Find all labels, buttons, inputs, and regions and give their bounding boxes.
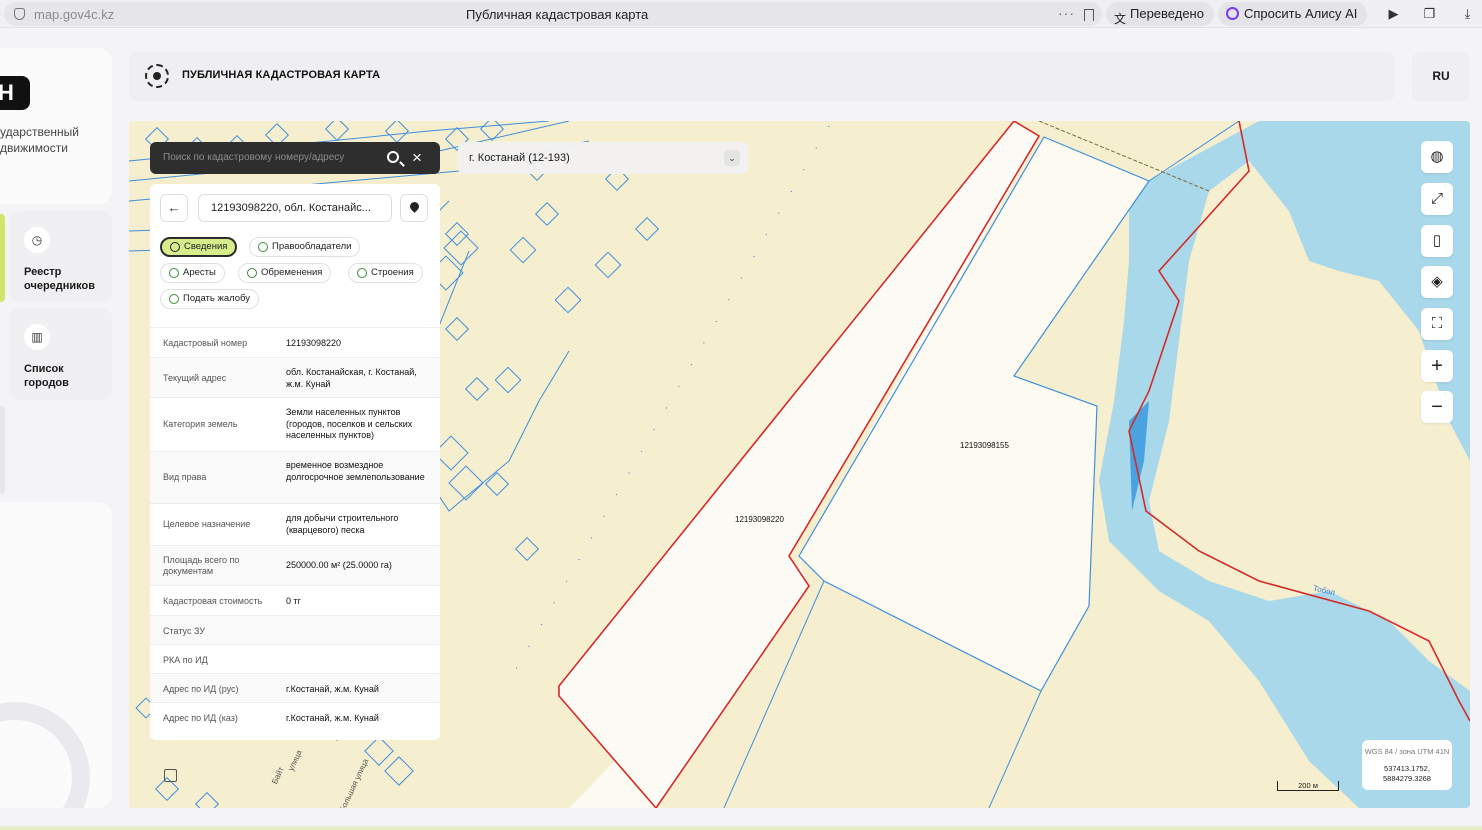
emblem-icon xyxy=(145,64,169,88)
page-header: ПУБЛИЧНАЯ КАДАСТРОВАЯ КАРТА xyxy=(129,52,1395,101)
sidebar-item-city-list[interactable]: ▥ Список городов xyxy=(10,308,112,400)
coordinates-box: WGS 84 / зона UTM 41N 537413.1752, 58842… xyxy=(1362,740,1452,790)
river-island xyxy=(1299,361,1429,451)
table-row: Кадастровая стоимость 0 тг xyxy=(150,585,440,615)
alice-label: Спросить Алису AI xyxy=(1244,6,1358,21)
table-row: Текущий адрес обл. Костанайская, г. Коста… xyxy=(150,357,440,397)
table-row: Статус ЗУ xyxy=(150,615,440,644)
alice-icon xyxy=(1226,7,1239,20)
bookmark-icon[interactable] xyxy=(1084,9,1094,21)
expand-icon[interactable]: ⤢ xyxy=(1421,183,1453,215)
river-water xyxy=(1099,121,1470,808)
search-input[interactable]: Поиск по кадастровому номеру/адресу xyxy=(163,152,344,163)
translated-button[interactable]: 文 Переведено xyxy=(1106,2,1214,26)
sidebar-scroll-indicator xyxy=(0,406,5,494)
coordinates-value: 537413.1752, 5884279.3268 xyxy=(1383,764,1431,783)
chevron-down-icon[interactable]: ⌄ xyxy=(724,150,740,166)
zoom-out-button[interactable]: − xyxy=(1421,391,1453,423)
resize-icon[interactable] xyxy=(164,769,177,782)
search-bar[interactable]: Поиск по кадастровому номеру/адресу × xyxy=(150,142,440,174)
building-icon: ▥ xyxy=(24,324,50,350)
map-icon[interactable]: ▯ xyxy=(1421,225,1453,257)
parcel-label: 12193098220 xyxy=(735,515,784,524)
brand-description: ударственный движимости xyxy=(0,125,79,155)
table-row: Адрес по ИД (каз) г.Костанай, ж.м. Кунай xyxy=(150,702,440,740)
sidebar-item-label: Реестр очередников xyxy=(24,266,96,292)
sidebar-item-queue-registry[interactable]: ◷ Реестр очередников xyxy=(10,211,112,303)
table-row: Вид права временное возмездное долгосрочн… xyxy=(150,451,440,503)
table-row: Целевое назначение для добычи строительно… xyxy=(150,503,440,545)
close-icon[interactable]: × xyxy=(412,148,422,168)
sidebar-active-indicator xyxy=(0,214,5,302)
shield-icon[interactable] xyxy=(14,8,25,20)
sidebar-item-label: Список городов xyxy=(24,363,69,389)
brand-logo[interactable]: Н xyxy=(0,76,30,110)
city-select-value: г. Костанай (12-193) xyxy=(469,152,570,164)
reader-icon[interactable]: ▶ xyxy=(1386,6,1401,21)
decorative-ring xyxy=(0,702,90,808)
table-row: РКА по ИД xyxy=(150,644,440,673)
translate-icon: 文 xyxy=(1114,12,1127,26)
fullscreen-icon[interactable]: ⛶ xyxy=(1421,308,1453,340)
parcel-info-panel: ← 12193098220, обл. Костанайс... Сведени… xyxy=(150,184,440,740)
clock-icon: ◷ xyxy=(24,227,50,253)
browser-toolbar: map.gov4c.kz Публичная кадастровая карта… xyxy=(0,0,1482,28)
alice-button[interactable]: Спросить Алису AI xyxy=(1218,2,1368,26)
layers-icon[interactable]: ◈ xyxy=(1421,266,1453,298)
info-table: Кадастровый номер 12193098220 Текущий адр… xyxy=(150,184,440,740)
page-title: ПУБЛИЧНАЯ КАДАСТРОВАЯ КАРТА xyxy=(182,69,381,81)
table-row: Площадь всего по документам 250000.00 м² … xyxy=(150,545,440,585)
search-icon[interactable] xyxy=(387,151,399,163)
table-row: Адрес по ИД (рус) г.Костанай, ж.м. Кунай xyxy=(150,673,440,702)
language-switch[interactable]: RU xyxy=(1412,52,1470,101)
river-island xyxy=(1189,251,1309,351)
url-text[interactable]: map.gov4c.kz xyxy=(34,7,114,22)
zoom-in-button[interactable]: + xyxy=(1421,350,1453,382)
address-bar[interactable]: map.gov4c.kz Публичная кадастровая карта… xyxy=(4,2,1102,26)
scale-bar: 200 м xyxy=(1277,781,1339,791)
download-icon[interactable]: ⤓ xyxy=(1460,6,1475,21)
crs-label: WGS 84 / зона UTM 41N xyxy=(1364,747,1450,756)
sidebar-brand: Н ударственный движимости xyxy=(0,48,112,204)
more-icon[interactable]: ··· xyxy=(1058,5,1075,21)
translated-label: Переведено xyxy=(1130,6,1204,21)
city-select[interactable]: г. Костанай (12-193) ⌄ xyxy=(458,142,748,174)
globe-icon[interactable]: ◍ xyxy=(1421,141,1453,173)
table-row: Категория земель Земли населенных пунктов… xyxy=(150,397,440,451)
table-row: Кадастровый номер 12193098220 xyxy=(150,327,440,357)
bottom-strip xyxy=(0,826,1482,830)
collections-icon[interactable]: ❐ xyxy=(1422,6,1437,21)
parcel-label: 12193098155 xyxy=(960,441,1009,450)
tab-title: Публичная кадастровая карта xyxy=(466,7,649,22)
parcel-boundary xyxy=(988,690,1042,808)
sidebar-promo xyxy=(0,502,112,808)
